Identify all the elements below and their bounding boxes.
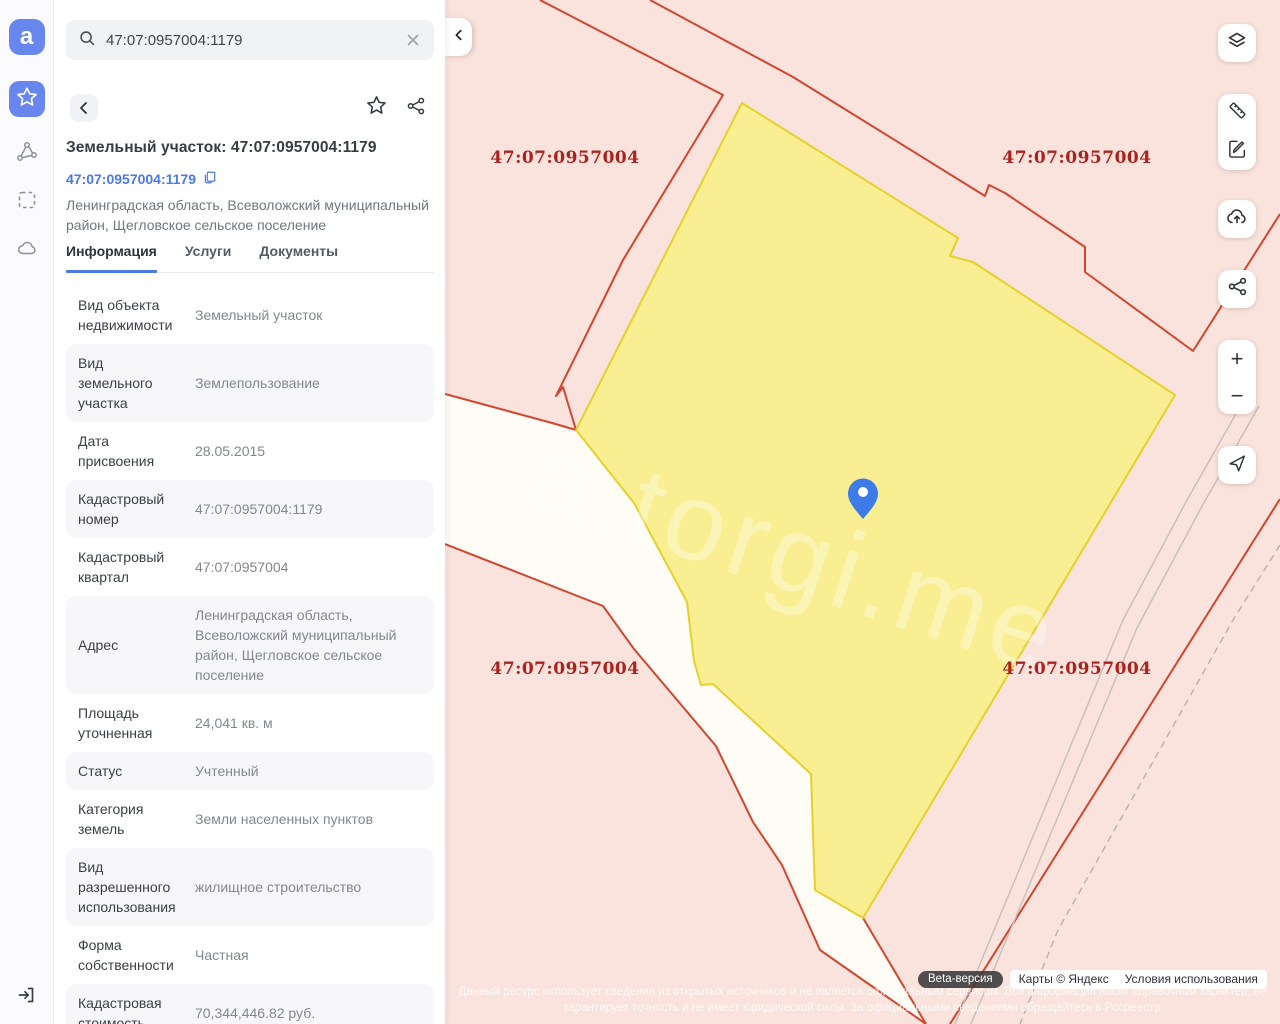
share-icon [1227,276,1248,302]
search-icon [78,29,96,52]
ruler-button[interactable] [1218,94,1256,132]
edit-button[interactable] [1218,132,1256,170]
map-canvas[interactable]: a.torgi.me 47:07:0957004 47:07:0957004 4… [445,0,1280,1024]
table-row: Дата присвоения 28.05.2015 [66,422,434,480]
app-logo[interactable]: a [9,19,45,55]
chevron-left-icon [452,28,466,47]
back-button[interactable] [70,94,98,122]
table-row: Кадастровый квартал 47:07:0957004 [66,538,434,596]
ruler-icon [1226,99,1249,127]
map[interactable]: a.torgi.me 47:07:0957004 47:07:0957004 4… [445,0,1280,1024]
star-outline-icon [366,95,387,121]
edit-icon [1226,138,1248,165]
zoom-controls: + − [1218,340,1256,414]
detail-header [70,94,429,122]
polygon-tool-icon [16,141,38,168]
logout-icon [16,984,38,1011]
table-row: Кадастровая стоимость 70,344,446.82 руб. [66,984,434,1024]
share-button[interactable] [405,97,427,119]
table-row: Категория земель Земли населенных пункто… [66,790,434,848]
table-row: Площадь уточненная 24,041 кв. м [66,694,434,752]
share-icon [406,96,426,121]
terms-link[interactable]: Условия использования [1125,972,1258,986]
yandex-copyright-link[interactable]: Карты © Яндекс [1019,972,1109,986]
panel-collapse-button[interactable] [445,18,472,56]
clear-search-icon[interactable] [404,31,422,49]
layers-button[interactable] [1218,24,1256,62]
quarter-label: 47:07:0957004 [490,148,639,168]
measure-edit-group [1218,94,1256,170]
copyright-pill: Карты © Яндекс Условия использования [1010,970,1267,989]
sidebar-item-favorites[interactable] [9,81,45,117]
navigate-icon [1226,452,1248,479]
favorite-button[interactable] [365,97,387,119]
layers-icon [1225,29,1249,58]
quarter-label: 47:07:0957004 [490,659,639,679]
table-row: Кадастровый номер 47:07:0957004:1179 [66,480,434,538]
sidebar-item-area-select[interactable] [16,191,38,213]
table-row: Статус Учтенный [66,752,434,790]
cadastral-number-link[interactable]: 47:07:0957004:1179 [66,170,217,188]
quarter-label: 47:07:0957004 [1002,148,1151,168]
sidebar-rail: a [0,0,54,1024]
table-row: Адрес Ленинградская область, Всеволожски… [66,596,434,694]
tab-information[interactable]: Информация [66,243,157,273]
zoom-out-button[interactable]: − [1218,377,1256,414]
upload-button[interactable] [1218,200,1256,238]
cloud-upload-icon [1225,205,1249,234]
sidebar-item-polygon-tool[interactable] [16,143,38,165]
locate-button[interactable] [1218,446,1256,484]
app-window: a [0,0,1280,1024]
beta-badge: Beta-версия [918,971,1003,988]
logout-button[interactable] [14,984,40,1010]
detail-panel: Земельный участок: 47:07:0957004:1179 47… [54,0,445,1024]
tab-services[interactable]: Услуги [185,243,232,272]
quarter-label: 47:07:0957004 [1002,659,1151,679]
sidebar-item-cloud[interactable] [16,239,38,261]
copy-icon[interactable] [202,170,217,188]
table-row: Вид земельного участка Землепользование [66,344,434,422]
table-row: Вид разрешенного использования жилищное … [66,848,434,926]
star-icon [16,86,38,113]
info-table: Вид объекта недвижимости Земельный участ… [66,286,434,1024]
tab-documents[interactable]: Документы [259,243,338,272]
page-title: Земельный участок: 47:07:0957004:1179 [66,139,434,157]
table-row: Форма собственности Частная [66,926,434,984]
search-bar[interactable] [66,20,434,60]
map-share-button[interactable] [1218,270,1256,308]
map-attribution: Beta-версия Карты © Яндекс Условия испол… [918,970,1267,989]
search-input[interactable] [106,32,404,49]
table-row: Вид объекта недвижимости Земельный участ… [66,286,434,344]
area-select-icon [16,189,38,216]
object-address: Ленинградская область, Всеволожский муни… [66,195,430,235]
cloud-icon [16,237,38,264]
zoom-in-button[interactable]: + [1218,340,1256,377]
tab-bar: Информация Услуги Документы [66,243,434,273]
